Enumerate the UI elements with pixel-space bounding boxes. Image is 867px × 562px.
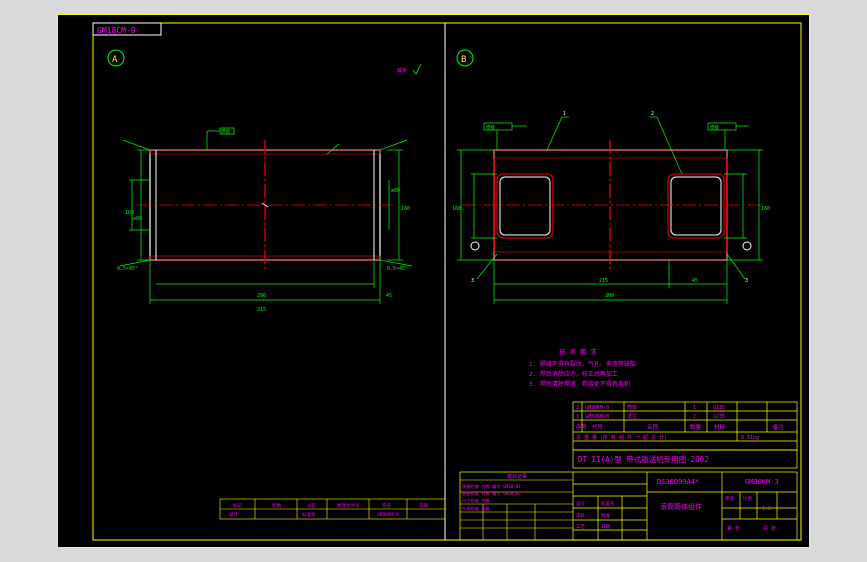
revision-block [219, 498, 446, 520]
view-a-label: A [112, 55, 118, 65]
parts-header-code: 代号 [592, 423, 604, 431]
title-block-part-code: GM30KM-3 [745, 478, 779, 486]
revision-row-design: 设计 [229, 511, 238, 518]
view-b-callout-2: 2 [651, 111, 654, 117]
parts-row-2-qty: 2 [693, 414, 696, 420]
tech-req-line-1: 1. 焊缝不得有裂纹、气孔、夹渣等缺陷 [529, 360, 636, 368]
title-block-scale-label: 比例 [743, 495, 752, 502]
view-b-callout-3-left: 3 [471, 278, 474, 284]
parts-header-no: 序号 [576, 423, 588, 431]
title-block-sheet-label: 第 张 [727, 525, 740, 532]
drawing-canvas: GM18CM-9 A B 其余 290 315 45 160 160 ∅80 ∅… [57, 14, 810, 548]
view-b-right-hole [742, 241, 752, 251]
view-a-chamfer-left: 0.5×45° [117, 266, 138, 272]
view-b-left-flange-inner [499, 176, 551, 236]
revision-header-count: 处数 [272, 502, 281, 509]
roughness-symbol [412, 63, 422, 75]
tech-req-line-3: 3. 焊后清除焊渣，焊接处不得有毛刺 [529, 380, 630, 388]
view-b-right-symbol: 焊接 [710, 124, 719, 131]
signature-line-2: 装配检查 合格 编号 GM30-02 [462, 490, 521, 497]
parts-header-name: 名称 [647, 423, 659, 431]
parts-header-material: 材料 [714, 423, 726, 431]
parts-row-1-name: 筒体 [627, 404, 637, 411]
view-a-chamfer-right: 0.5×45° [387, 266, 408, 272]
view-a-dim-total: 315 [257, 307, 266, 313]
view-a-dim-right-height: 160 [401, 206, 410, 212]
view-a-dim-inner: 290 [257, 293, 266, 299]
title-block-row-1-b: 标准化 [601, 500, 615, 507]
title-block-drawing-no: DS30D99A4* [657, 478, 699, 486]
title-block-row-2-b: 批准 [601, 512, 610, 519]
view-b-callout-3-right: 3 [745, 278, 748, 284]
view-a-dim-right-offset: 45 [386, 293, 392, 299]
view-a-part [137, 140, 395, 270]
title-block-row-2-a: 审核 [576, 512, 585, 519]
signature-line-1: 焊缝检查 合格 编号 GM30-01 [462, 483, 521, 490]
parts-row-1-no: 2 [576, 405, 579, 411]
signature-line-3: 尺寸检查 合格 [462, 497, 490, 504]
parts-row-1-code: GM30KM-9 [585, 405, 609, 411]
title-block-row-1-a: 设计 [576, 500, 585, 507]
title-block-scale: 1:2 [762, 506, 771, 512]
title-block-part-name: 滚筒筒体组件 [660, 502, 702, 511]
view-a-dim-right-dia: ∅80 [391, 188, 400, 194]
view-b-dim-left-height: 160 [452, 206, 461, 212]
parts-row-1-qty: 1 [693, 405, 696, 411]
revision-row-code: GM30KM-9 [377, 512, 399, 518]
title-block-revision-label: 更改 [725, 495, 734, 502]
parts-row-2-code: GM30KM-8 [585, 414, 609, 420]
parts-info-row: 总 重 量 (所 有 组 件 一 起 总 计) [576, 434, 667, 441]
tech-req-line-2: 2. 焊后消除应力，校正后再加工 [529, 370, 618, 378]
view-b-dim-right-height: 160 [761, 206, 770, 212]
view-b-callout-1: 1 [563, 111, 566, 117]
view-b-label: B [461, 55, 466, 65]
tech-req-title: 技 术 要 求 [559, 347, 597, 356]
parts-row-2-no: 1 [576, 414, 579, 420]
signature-block-title: 校对记录 [507, 473, 527, 480]
view-b-dim-inner: 215 [599, 278, 608, 284]
view-a-weld-symbol: 焊接 [221, 128, 230, 135]
view-b-left-symbol: 焊接 [486, 124, 495, 131]
title-block-sheets-label: 共 张 [763, 525, 776, 532]
revision-header-date: 日期 [419, 503, 428, 509]
title-block-main-title: DT II(A)型 带式输送机专用图-2002 [578, 454, 709, 464]
signature-line-4: 外观检查 合格 [462, 505, 490, 512]
view-a-dimensions [119, 127, 413, 304]
revision-row-standard: 标准化 [302, 511, 316, 518]
view-b-right-flange-outer [667, 173, 725, 239]
title-block-row-3-a: 工艺 [576, 524, 585, 530]
parts-row-2-name: 法兰 [627, 413, 637, 420]
parts-header-remark: 备注 [773, 423, 785, 431]
roughness-note: 其余 [397, 67, 407, 74]
cad-drawing: GM18CM-9 A B 其余 290 315 45 160 160 ∅80 ∅… [57, 14, 810, 548]
parts-row-1-material: Q235 [713, 405, 725, 411]
revision-header-docno: 更改文件号 [337, 502, 360, 509]
revision-header-sign: 签名 [382, 502, 391, 509]
title-block-row-3-b: 日期 [601, 524, 610, 530]
parts-header-qty: 数量 [690, 423, 702, 431]
view-b-right-flange-inner [670, 176, 722, 236]
view-b-dim-total: 300 [605, 293, 614, 299]
revision-header-zone: 分区 [307, 502, 316, 509]
view-b-dim-right-offset: 45 [692, 278, 698, 284]
parts-row-2-material: Q235 [713, 414, 725, 420]
parts-weight: 8.61kg [741, 435, 759, 441]
code-box-text: GM18CM-9 [97, 26, 136, 35]
revision-header-mark: 标记 [233, 502, 242, 509]
view-b-left-flange-outer [496, 173, 554, 239]
view-a-dim-left-dia: ∅80 [133, 216, 142, 222]
view-b-part [462, 140, 762, 270]
view-b-left-hole [470, 241, 480, 251]
